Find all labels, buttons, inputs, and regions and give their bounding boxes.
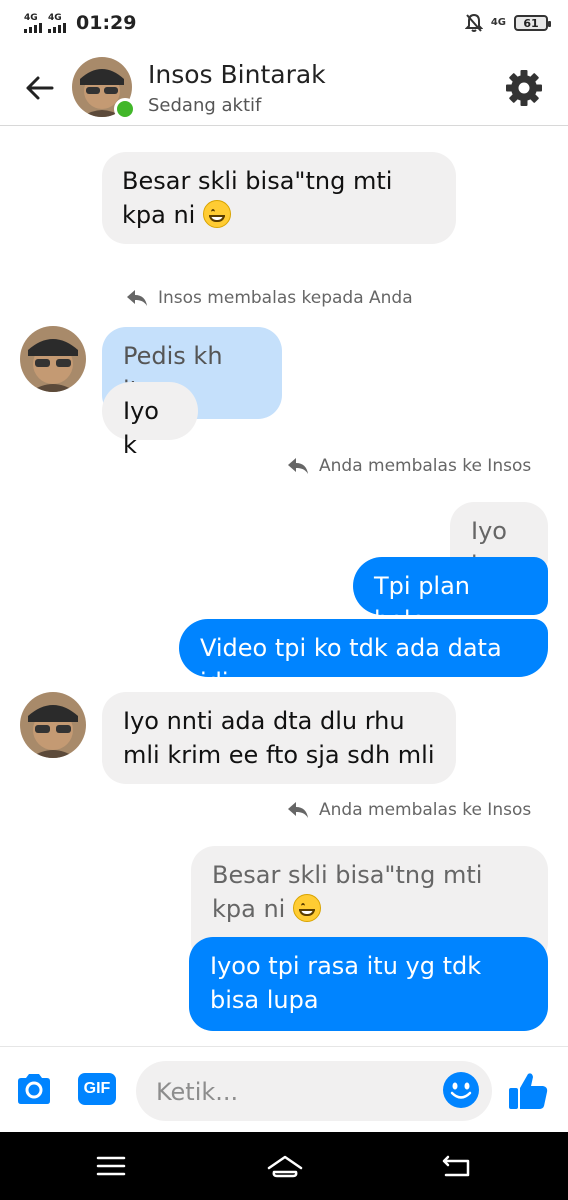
message-sent[interactable]: Video tpi ko tdk ada data jdi — [179, 619, 548, 696]
reply-note: Anda membalas ke Insos — [287, 800, 531, 820]
message-sent[interactable]: Iyoo tpi rasa itu yg tdk bisa lupa — [189, 937, 548, 1031]
message-input-box[interactable] — [136, 1061, 492, 1121]
back-icon[interactable] — [440, 1152, 474, 1180]
chat-header: Insos Bintarak Sedang aktif — [0, 50, 568, 126]
thumbs-up-icon[interactable] — [506, 1069, 550, 1113]
online-status-dot — [114, 98, 136, 120]
message-received[interactable]: Besar skli bisa"tng mti kpa ni — [102, 152, 456, 244]
message-input[interactable] — [154, 1073, 438, 1111]
signal-icon: 4G — [24, 12, 42, 33]
network-type-right: 4G — [490, 17, 506, 28]
contact-status: Sedang aktif — [148, 95, 262, 116]
menu-icon[interactable] — [94, 1152, 128, 1180]
message-text: Iyoo tpi rasa itu yg tdk bisa lupa — [210, 952, 482, 1014]
message-composer: GIF — [0, 1046, 568, 1133]
reply-note: Anda membalas ke Insos — [287, 456, 531, 476]
mute-notification-icon — [464, 13, 483, 32]
camera-icon[interactable] — [14, 1069, 54, 1109]
quoted-text: Besar skli bisa"tng mti kpa ni — [212, 861, 483, 923]
back-arrow-icon[interactable] — [22, 70, 58, 106]
reply-icon — [288, 802, 308, 818]
grin-emoji-icon — [203, 200, 231, 228]
message-text: Video tpi ko tdk ada data jdi — [200, 634, 502, 696]
status-bar: 4G 4G 01:29 4G 61 — [0, 0, 568, 50]
grin-emoji-icon — [293, 894, 321, 922]
network-type: 4G — [24, 12, 38, 23]
battery-level: 61 — [523, 16, 539, 30]
emoji-icon[interactable] — [442, 1071, 480, 1109]
signal-icon-2: 4G — [48, 12, 66, 33]
gif-button[interactable]: GIF — [78, 1073, 116, 1105]
message-sent[interactable]: Tpi plan bole — [353, 557, 548, 634]
reply-icon — [127, 290, 147, 306]
reply-note: Insos membalas kepada Anda — [126, 288, 413, 308]
system-nav-bar — [0, 1132, 568, 1200]
reply-note-text: Insos membalas kepada Anda — [158, 288, 413, 308]
home-icon[interactable] — [266, 1152, 304, 1180]
clock: 01:29 — [76, 12, 137, 34]
settings-gear-icon[interactable] — [504, 68, 544, 108]
contact-name[interactable]: Insos Bintarak — [148, 60, 326, 89]
gif-label: GIF — [83, 1080, 111, 1097]
avatar[interactable] — [20, 692, 86, 758]
message-received[interactable]: Iyo nnti ada dta dlu rhu mli krim ee fto… — [102, 692, 456, 784]
message-text: Besar skli bisa"tng mti kpa ni — [122, 167, 393, 229]
network-type-2: 4G — [48, 12, 62, 23]
avatar[interactable] — [20, 326, 86, 392]
reply-note-text: Anda membalas ke Insos — [319, 800, 532, 820]
reply-note-text: Anda membalas ke Insos — [319, 456, 532, 476]
message-text: Iyo k — [123, 397, 159, 459]
message-text: Iyo nnti ada dta dlu rhu mli krim ee fto… — [123, 707, 435, 769]
status-right: 4G 61 — [464, 13, 551, 33]
message-received[interactable]: Iyo k — [102, 382, 198, 459]
battery-icon: 61 — [514, 15, 551, 31]
reply-icon — [288, 458, 308, 474]
status-left: 4G 4G 01:29 — [24, 12, 136, 34]
